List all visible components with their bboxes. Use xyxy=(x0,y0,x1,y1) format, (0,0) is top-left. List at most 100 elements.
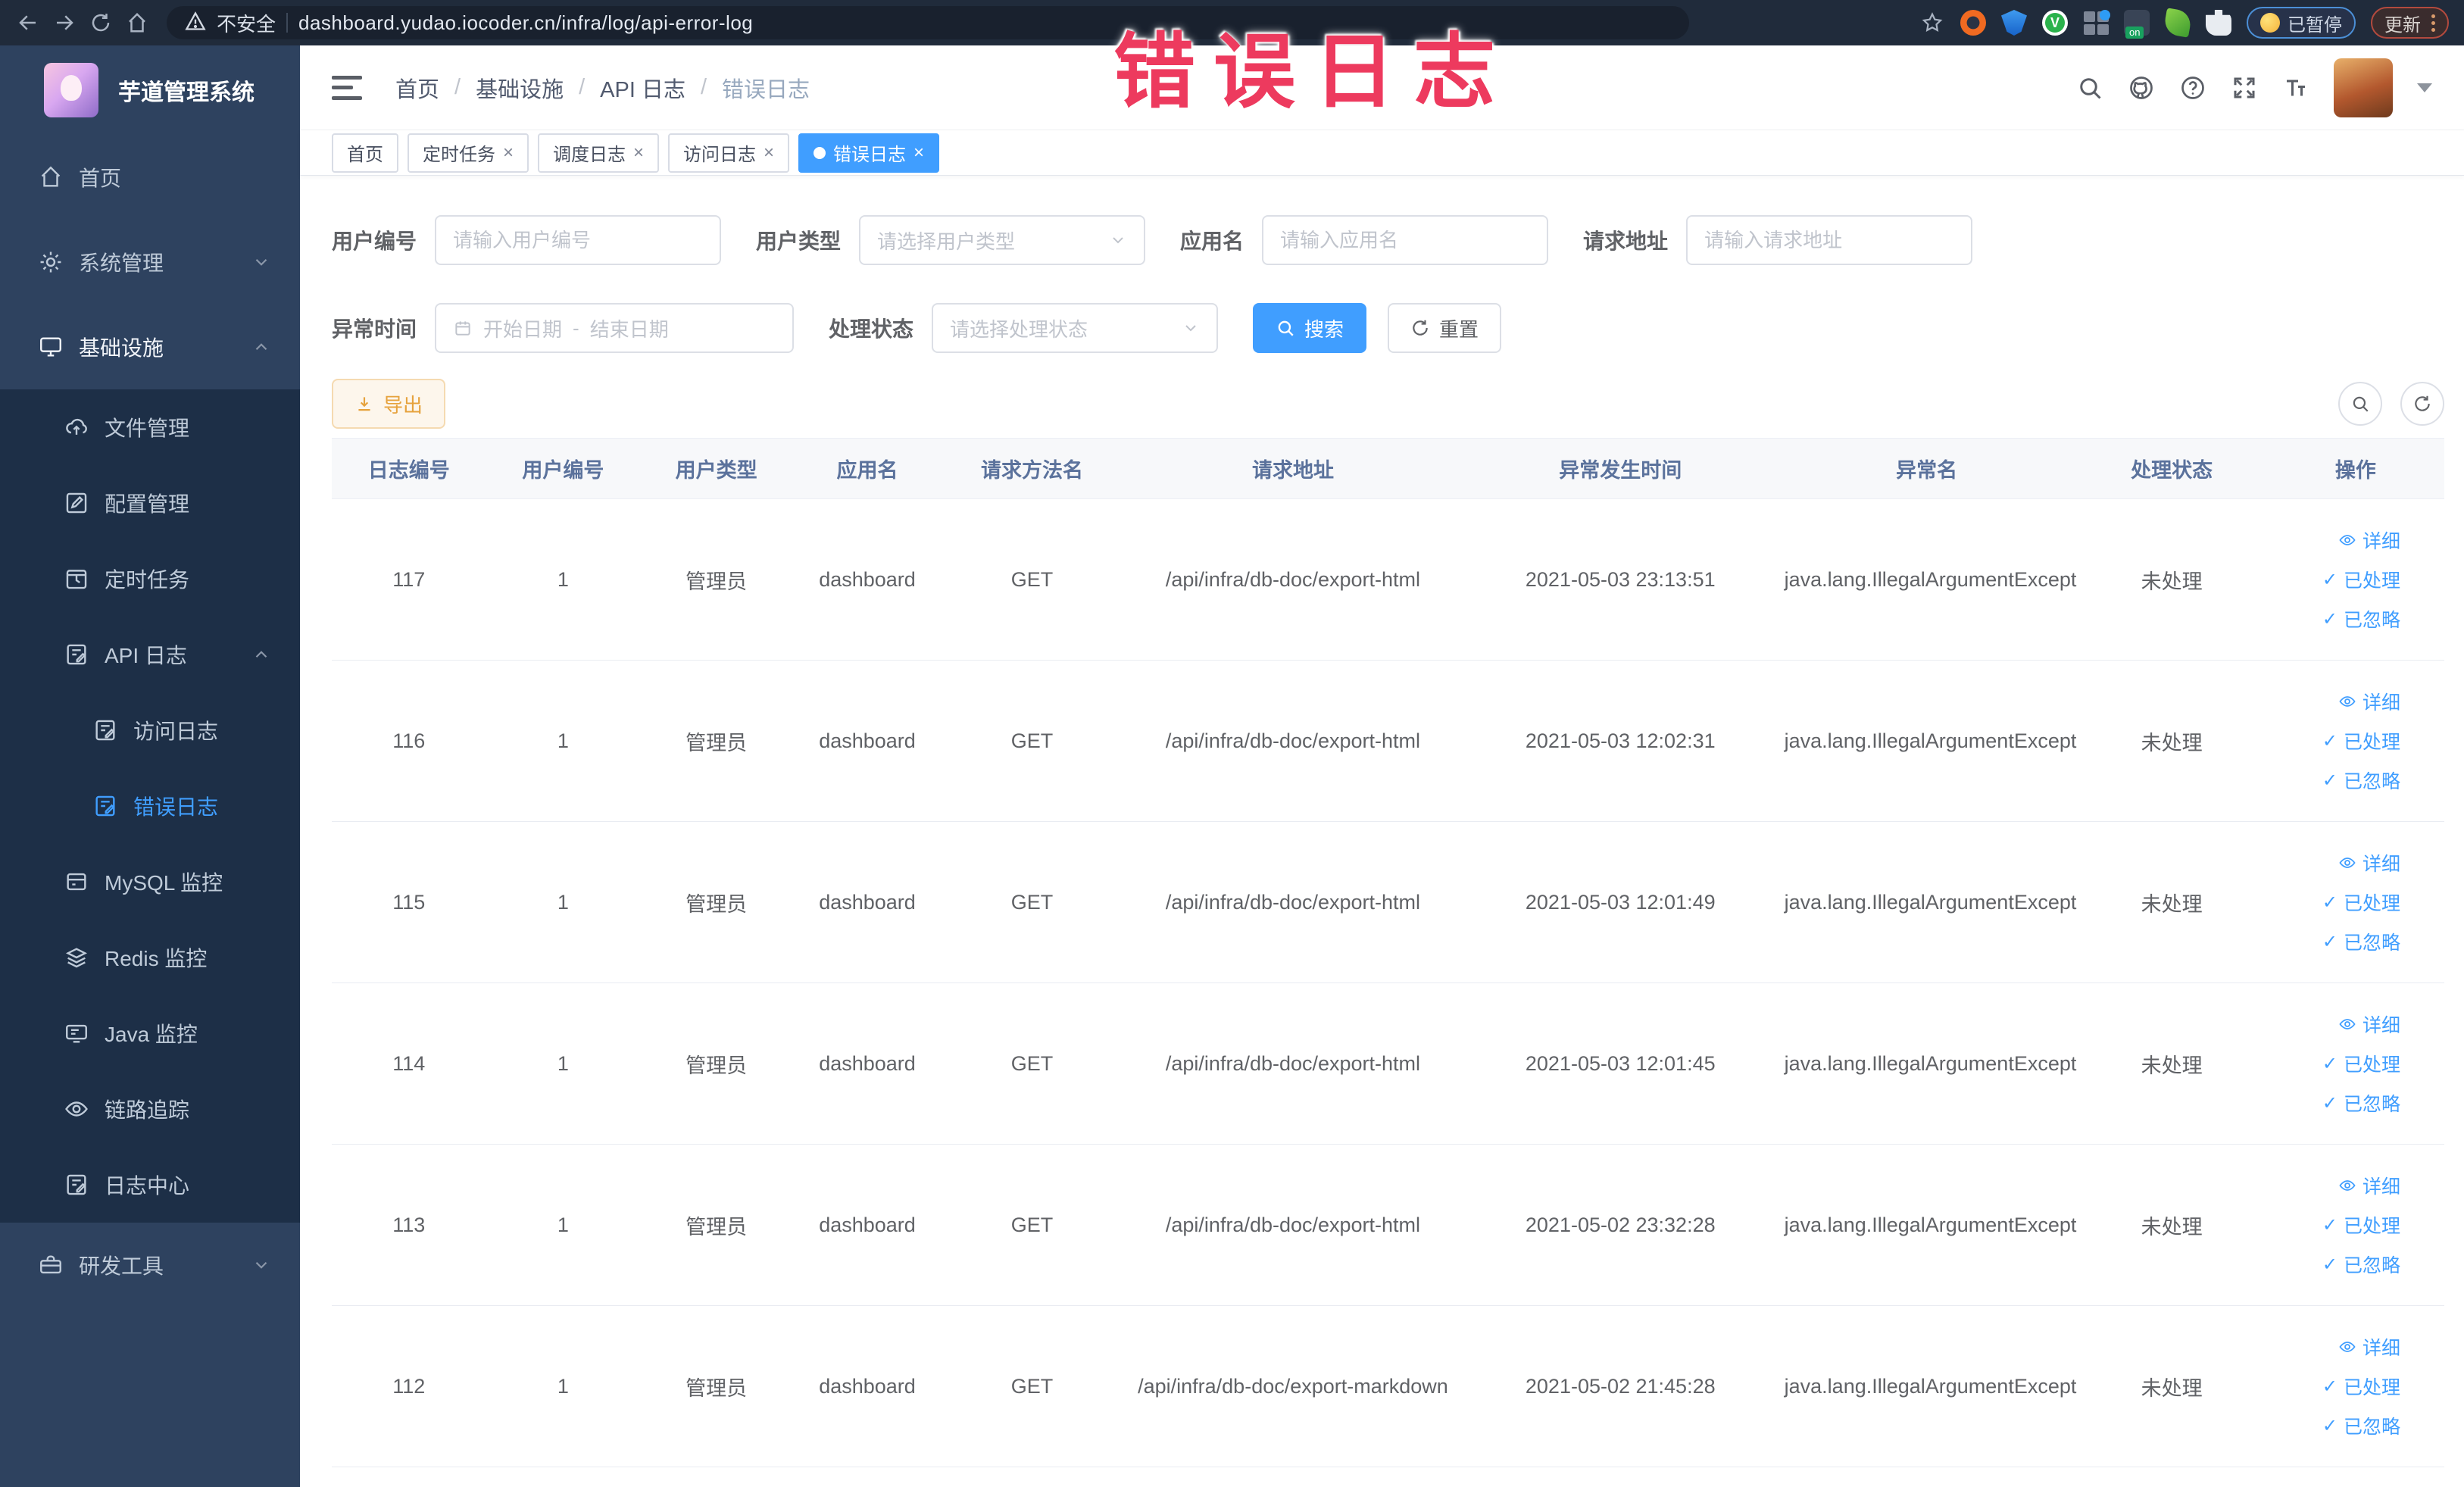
back-icon[interactable] xyxy=(15,10,41,36)
fullscreen-icon[interactable] xyxy=(2231,74,2258,102)
tag-error-log[interactable]: 错误日志 × xyxy=(798,133,940,173)
sidebar-item-home[interactable]: 首页 xyxy=(0,135,300,220)
eye-icon xyxy=(2339,696,2356,707)
close-icon[interactable]: × xyxy=(503,142,514,164)
mark-processed-link[interactable]: ✓ 已处理 xyxy=(2322,883,2400,921)
sidebar-item-file[interactable]: 文件管理 xyxy=(0,389,300,465)
search-icon[interactable] xyxy=(2076,74,2103,102)
sidebar-item-infra[interactable]: 基础设施 xyxy=(0,305,300,389)
caret-down-icon[interactable] xyxy=(2417,83,2432,92)
hamburger-icon[interactable] xyxy=(332,75,362,100)
tag-job[interactable]: 定时任务 × xyxy=(408,133,529,173)
mark-ignored-link[interactable]: ✓ 已忽略 xyxy=(2322,600,2400,638)
extension-orange-icon[interactable] xyxy=(1960,10,1986,36)
close-icon[interactable]: × xyxy=(633,142,644,164)
log-edit-icon xyxy=(67,1174,86,1195)
sidebar-item-redis[interactable]: Redis 监控 xyxy=(0,920,300,995)
close-icon[interactable]: × xyxy=(913,142,924,164)
extension-grid-icon[interactable] xyxy=(2083,10,2110,36)
detail-link[interactable]: 详细 xyxy=(2338,521,2400,559)
process-status-cell: 未处理 xyxy=(2076,821,2267,983)
detail-link[interactable]: 详细 xyxy=(2338,683,2400,720)
detail-link[interactable]: 详细 xyxy=(2338,1328,2400,1366)
extension-leaf-icon[interactable] xyxy=(2163,8,2193,38)
chevron-down-icon xyxy=(1113,237,1123,244)
process-status-select[interactable]: 请选择处理状态 xyxy=(932,303,1219,353)
detail-link[interactable]: 详细 xyxy=(2338,1167,2400,1204)
tag-home[interactable]: 首页 xyxy=(332,133,398,173)
sidebar-item-log-center[interactable]: 日志中心 xyxy=(0,1147,300,1223)
address-bar[interactable]: 不安全 dashboard.yudao.iocoder.cn/infra/log… xyxy=(167,6,1689,39)
search-button[interactable]: 搜索 xyxy=(1253,303,1367,353)
eye-icon xyxy=(2339,1019,2356,1029)
sidebar-item-system[interactable]: 系统管理 xyxy=(0,220,300,305)
mark-ignored-link[interactable]: ✓ 已忽略 xyxy=(2322,1245,2400,1283)
java-monitor-icon xyxy=(66,1024,87,1043)
forward-icon[interactable] xyxy=(52,10,77,36)
app-name-input[interactable] xyxy=(1262,215,1549,265)
extension-green-v-icon[interactable]: V xyxy=(2042,10,2068,36)
reload-icon[interactable] xyxy=(88,10,114,36)
mark-processed-link[interactable]: ✓ 已处理 xyxy=(2322,722,2400,760)
url-text[interactable]: dashboard.yudao.iocoder.cn/infra/log/api… xyxy=(298,11,753,35)
mark-processed-link[interactable]: ✓ 已处理 xyxy=(2322,1045,2400,1082)
reset-button[interactable]: 重置 xyxy=(1388,303,1502,353)
mark-processed-link[interactable]: ✓ 已处理 xyxy=(2322,561,2400,598)
toggle-search-button[interactable] xyxy=(2338,382,2382,426)
user-type-select[interactable]: 请选择用户类型 xyxy=(859,215,1146,265)
sidebar-item-error-log[interactable]: 错误日志 xyxy=(0,768,300,844)
check-icon: ✓ xyxy=(2322,892,2338,913)
paused-extension-badge[interactable]: 已暂停 xyxy=(2247,7,2356,39)
breadcrumb-home[interactable]: 首页 xyxy=(395,72,439,104)
extensions-puzzle-icon[interactable] xyxy=(2206,10,2231,36)
breadcrumb-infra[interactable]: 基础设施 xyxy=(476,72,564,104)
mark-processed-link[interactable]: ✓ 已处理 xyxy=(2322,1206,2400,1244)
app-name-cell: dashboard xyxy=(792,660,942,822)
check-icon: ✓ xyxy=(2322,569,2338,590)
sidebar-item-job[interactable]: 定时任务 xyxy=(0,541,300,617)
detail-link[interactable]: 详细 xyxy=(2338,1005,2400,1043)
app-name-cell: dashboard xyxy=(792,1144,942,1306)
extension-switch-icon[interactable]: on xyxy=(2124,10,2150,39)
eye-icon xyxy=(2339,858,2356,868)
bookmark-star-icon[interactable] xyxy=(1919,10,1945,36)
mark-ignored-link[interactable]: ✓ 已忽略 xyxy=(2322,1084,2400,1122)
exception-time-cell: 2021-05-03 12:01:45 xyxy=(1463,982,1777,1145)
help-icon[interactable] xyxy=(2179,74,2206,102)
sidebar-item-api-log[interactable]: API 日志 xyxy=(0,617,300,692)
security-label[interactable]: 不安全 xyxy=(217,9,276,37)
request-url-input[interactable] xyxy=(1686,215,1973,265)
avatar[interactable] xyxy=(2334,58,2393,117)
request-url-cell: /api/infra/db-doc/export-markdown xyxy=(1122,1305,1464,1467)
github-icon[interactable] xyxy=(2128,74,2155,102)
refresh-table-button[interactable] xyxy=(2400,382,2444,426)
process-status-cell: 未处理 xyxy=(2076,660,2267,822)
date-range-picker[interactable]: 开始日期 - 结束日期 xyxy=(435,303,795,353)
tag-job-log[interactable]: 调度日志 × xyxy=(538,133,660,173)
export-button[interactable]: 导出 xyxy=(332,379,446,429)
browser-update-menu[interactable]: 更新 xyxy=(2371,7,2449,39)
sidebar-item-java[interactable]: Java 监控 xyxy=(0,995,300,1071)
sidebar-item-config[interactable]: 配置管理 xyxy=(0,465,300,541)
sidebar-item-access-log[interactable]: 访问日志 xyxy=(0,692,300,768)
tag-access-log[interactable]: 访问日志 × xyxy=(668,133,790,173)
mark-ignored-link[interactable]: ✓ 已忽略 xyxy=(2322,923,2400,961)
font-size-icon[interactable] xyxy=(2282,74,2309,102)
error-log-table: 日志编号 用户编号 用户类型 应用名 请求方法名 请求地址 异常发生时间 异常名… xyxy=(332,438,2444,1467)
mark-ignored-link[interactable]: ✓ 已忽略 xyxy=(2322,1407,2400,1445)
download-icon xyxy=(358,397,370,411)
eye-icon xyxy=(2339,535,2356,545)
address-divider xyxy=(286,13,289,33)
detail-link[interactable]: 详细 xyxy=(2338,844,2400,882)
sidebar-item-dev-tools[interactable]: 研发工具 xyxy=(0,1223,300,1307)
sidebar-item-mysql[interactable]: MySQL 监控 xyxy=(0,844,300,920)
sidebar-item-trace[interactable]: 链路追踪 xyxy=(0,1071,300,1147)
close-icon[interactable]: × xyxy=(764,142,774,164)
mark-processed-link[interactable]: ✓ 已处理 xyxy=(2322,1367,2400,1405)
mark-ignored-link[interactable]: ✓ 已忽略 xyxy=(2322,761,2400,799)
exception-time-cell: 2021-05-02 21:45:28 xyxy=(1463,1305,1777,1467)
extension-shield-icon[interactable] xyxy=(2001,10,2027,36)
user-id-input[interactable] xyxy=(435,215,722,265)
browser-home-icon[interactable] xyxy=(124,10,150,36)
breadcrumb-api-log[interactable]: API 日志 xyxy=(600,72,685,104)
